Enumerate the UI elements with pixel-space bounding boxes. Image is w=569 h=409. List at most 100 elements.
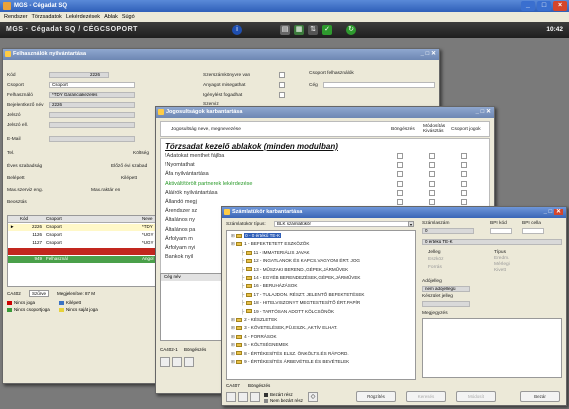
jelszo-field[interactable] xyxy=(49,112,135,118)
rights-item[interactable]: Aláírók nyilvántartása xyxy=(165,190,218,196)
rights-item[interactable]: Általános ny xyxy=(165,217,195,223)
menu-torzsadatok[interactable]: Törzsadatok xyxy=(32,12,62,22)
rights-item[interactable]: !Nyomtathat xyxy=(165,162,195,168)
tree-node[interactable]: ⊞ 4 - FORRÁSOK xyxy=(231,334,277,340)
table-row[interactable] xyxy=(8,248,168,255)
rights-checkbox[interactable] xyxy=(461,153,467,159)
tree-node[interactable]: ├ 12 - INGATLANOK ÉS KAPCS.VAGYONI ÉRT. … xyxy=(241,258,360,264)
rights-checkbox[interactable] xyxy=(397,171,403,178)
rights-checkbox[interactable] xyxy=(429,199,435,205)
tree-node[interactable]: ⊞ 1 - BEFEKTETETT ESZKÖZÖK xyxy=(231,241,309,247)
list-icon[interactable] xyxy=(172,357,182,367)
tree-node[interactable]: ⊞ 5 - KÖLTSÉGNEMEK xyxy=(231,342,288,348)
rights-item[interactable]: Áfa nyilvántartása xyxy=(165,171,209,177)
tipus-merlegi-radio[interactable]: Mérlegi xyxy=(494,262,510,267)
status-szures[interactable]: Szűrve xyxy=(29,290,50,297)
refresh-icon[interactable]: ↻ xyxy=(346,25,356,35)
rights-checkbox[interactable] xyxy=(397,162,403,169)
igenyles-checkbox[interactable] xyxy=(279,92,285,98)
tree-node[interactable]: ├ 14 - EGYÉB BERENDEZÉSEK,GÉPEK,JÁRMŰVEK xyxy=(241,275,361,281)
rights-checkbox[interactable] xyxy=(461,171,467,178)
email-field[interactable] xyxy=(49,136,135,142)
rights-item[interactable]: Bankok nyil xyxy=(165,254,193,260)
account-name-field[interactable]: 0 értékű TE-K xyxy=(422,239,562,245)
jelszo-ell-field[interactable] xyxy=(49,122,135,128)
tool-icon[interactable] xyxy=(250,392,260,402)
bpi-cella-field[interactable] xyxy=(522,228,544,234)
table-row[interactable]: 1126 Csoport *UGY xyxy=(8,232,168,239)
rights-window-controls[interactable]: _ □ ✕ xyxy=(476,107,491,118)
grid-header-neve[interactable]: Neve xyxy=(142,216,153,222)
list-icon[interactable] xyxy=(238,392,248,402)
szerszam-checkbox[interactable] xyxy=(279,72,285,78)
jelleg-eszkoz-radio[interactable]: Eszköz xyxy=(428,257,443,262)
rights-item[interactable]: Állandó megj xyxy=(165,199,197,205)
rights-checkbox[interactable] xyxy=(461,162,467,169)
tree-node[interactable]: ├ 13 - MŰSZAKI BEREND.,GÉPEK,JÁRMŰVEK xyxy=(241,267,348,273)
rights-item[interactable]: !Adatokat menthet fájlba xyxy=(165,153,224,159)
tipus-kivett-radio[interactable]: Kivett xyxy=(494,268,506,273)
menu-rendszer[interactable]: Rendszer xyxy=(4,12,28,22)
felhasznalo-field[interactable]: *TDY Garanciakezelés xyxy=(49,92,135,98)
rights-item[interactable]: Árendszer sz xyxy=(165,208,197,214)
rights-checkbox[interactable] xyxy=(429,153,435,159)
rights-item[interactable]: Árfolyam nyi xyxy=(165,245,195,251)
kereses-button[interactable]: Keresés xyxy=(406,391,446,402)
tree-node[interactable]: ├ 11 - IMMATERIÁLIS JAVAK xyxy=(241,250,310,256)
keszulet-field[interactable] xyxy=(422,301,470,307)
csoport-select[interactable]: Csoport xyxy=(49,82,135,88)
bpi-kod-field[interactable] xyxy=(490,228,512,234)
rights-checkbox[interactable] xyxy=(429,189,435,196)
table-row[interactable]: 1127 Csoport *UGY xyxy=(8,240,168,247)
tree-node[interactable]: ├ 19 - TARTÓSAN ADOTT KÖLCSÖNÖK xyxy=(241,309,334,315)
chevron-down-icon[interactable]: ▾ xyxy=(408,221,414,227)
check-icon[interactable]: ✓ xyxy=(322,25,332,35)
szamlaszam-field[interactable]: 0 xyxy=(422,228,474,234)
rights-checkbox[interactable] xyxy=(397,199,403,205)
rights-checkbox[interactable] xyxy=(461,180,467,187)
table-row[interactable]: 2226 Csoport *TDY ► xyxy=(8,224,168,231)
rights-checkbox[interactable] xyxy=(397,180,403,187)
tree-node[interactable]: ├ 16 - BERUHÁZÁSOK xyxy=(241,283,297,289)
rights-checkbox[interactable] xyxy=(461,189,467,196)
modosit-button[interactable]: Módosít xyxy=(456,391,496,402)
anyagot-checkbox[interactable] xyxy=(279,82,285,88)
tree-node[interactable]: ├ 18 - HITELVISZONYT MEGTESTESÍTŐ ÉRT.PA… xyxy=(241,300,360,306)
bezar-button[interactable]: Bezár xyxy=(520,391,560,402)
tree-node[interactable]: ⊞ 9 - ÉRTÉKESÍTÉS ÁRBEVÉTELE ÉS BEVÉTELE… xyxy=(231,359,349,365)
info-icon[interactable]: i xyxy=(232,25,242,35)
grid-header-kod[interactable]: Kód xyxy=(20,216,28,222)
bookmark-icon[interactable] xyxy=(226,392,236,402)
coa-window-controls[interactable]: _ □ ✕ xyxy=(544,207,563,218)
rights-item[interactable]: Általános pa xyxy=(165,227,195,233)
close-button[interactable]: × xyxy=(553,1,567,11)
rogzites-button[interactable]: Rögzítés xyxy=(356,391,396,402)
export-icon[interactable]: ▦ xyxy=(294,25,304,35)
adojelleg-field[interactable]: nem adójellegű xyxy=(422,286,470,292)
rights-checkbox[interactable] xyxy=(461,199,467,205)
rights-checkbox[interactable] xyxy=(429,180,435,187)
bookmark-icon[interactable] xyxy=(160,357,170,367)
tree-node[interactable]: ├ 17 - TULAJDON. RÉSZT. JELENTŐ BEFEKTET… xyxy=(241,292,365,298)
rights-item[interactable]: Aktivált/törölt partnerek lekérdezése xyxy=(165,181,252,187)
menu-ablak[interactable]: Ablak xyxy=(104,12,118,22)
ceg-select[interactable] xyxy=(323,82,435,88)
tree-node[interactable]: ⊞ 2 - KÉSZLETEK xyxy=(231,317,277,323)
print-icon[interactable]: ▤ xyxy=(280,25,290,35)
table-row[interactable]: 949 Felhasznál Angol xyxy=(8,256,168,263)
diamond-icon[interactable]: ◇ xyxy=(308,392,318,402)
tipus-eredm-radio[interactable]: Eredm. xyxy=(494,256,509,261)
rights-item[interactable]: Árfolyam m xyxy=(165,236,193,242)
tree-node[interactable]: ⊞ 8 - ÉRTÉKESÍTÉS ELSZ. ÖNKÖLTS.ÉS RÁFOR… xyxy=(231,351,349,357)
users-window-controls[interactable]: _ □ ✕ xyxy=(421,49,436,60)
tree-node[interactable]: ⊞ 3 - KÖVETELÉSEK,PÜ.ESZK.,AKTÍV ELHAT. xyxy=(231,325,338,331)
jelleg-forras-radio[interactable]: Forrás xyxy=(428,265,442,270)
rights-checkbox[interactable] xyxy=(397,189,403,196)
tool-icon[interactable] xyxy=(184,357,194,367)
menu-sugo[interactable]: Súgó xyxy=(122,12,135,22)
bejelentkezo-field[interactable]: 2226 xyxy=(49,102,135,108)
megjegyzes-textarea[interactable] xyxy=(422,318,562,378)
rights-checkbox[interactable] xyxy=(429,171,435,178)
grid-header-csoport[interactable]: Csoport xyxy=(46,216,62,222)
selector-field[interactable]: BLK számlatükör xyxy=(274,221,414,227)
